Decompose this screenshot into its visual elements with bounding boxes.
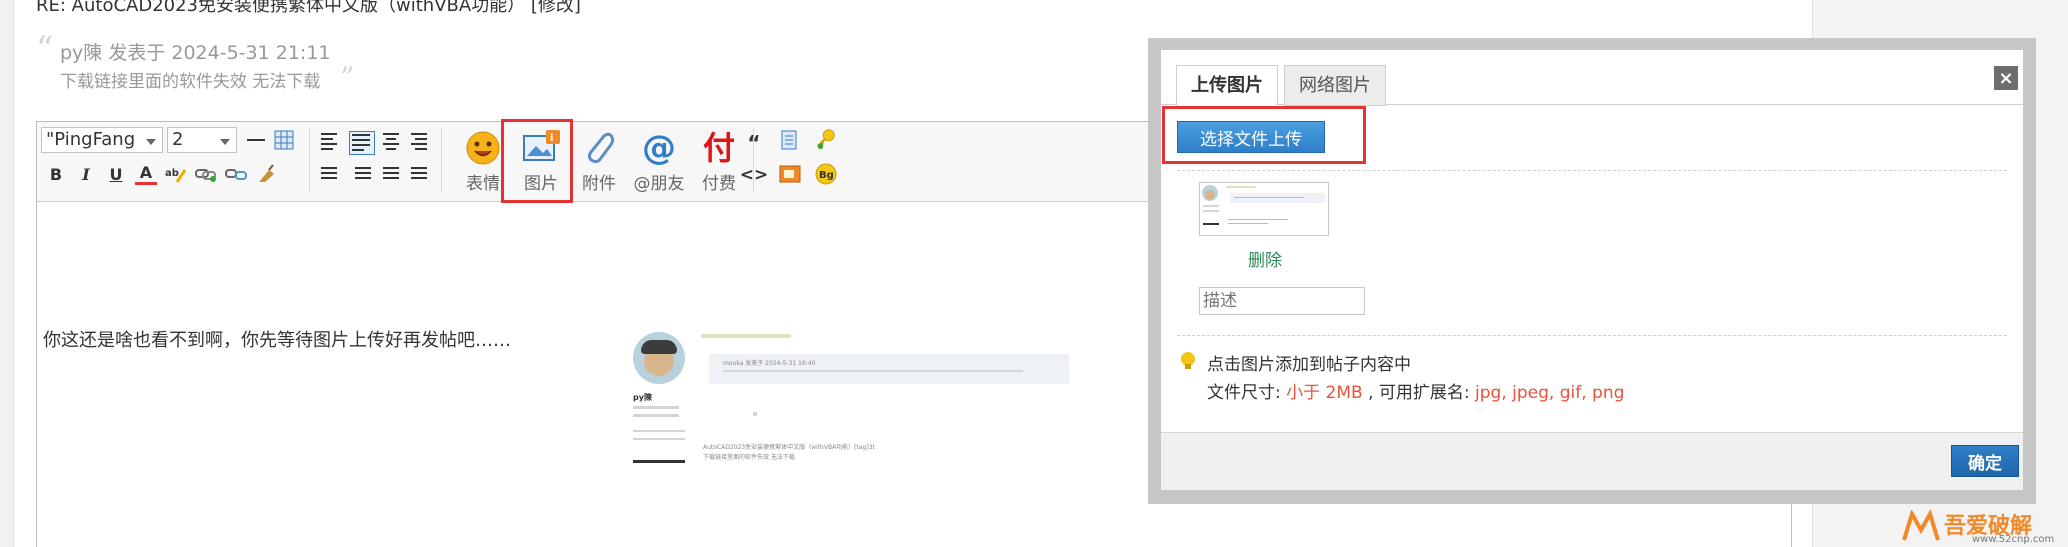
embedded-link-text: AutoCAD2023免安装便携繁体中文版（withVBA功能）[tag]3t <box>703 444 875 451</box>
indent-icon[interactable] <box>321 167 339 183</box>
chevron-down-icon <box>146 139 156 145</box>
font-size-select[interactable]: 2 <box>167 127 237 153</box>
uploaded-image-thumbnail[interactable] <box>1199 182 1329 236</box>
at-icon: @ <box>642 128 676 168</box>
pay-button-label: 付费 <box>702 174 736 194</box>
delete-image-link[interactable]: 删除 <box>1248 246 1282 271</box>
divider <box>1177 170 2007 171</box>
font-family-value: "PingFang <box>46 129 136 150</box>
description-field[interactable] <box>1199 287 1365 315</box>
tab-upload-image[interactable]: 上传图片 <box>1176 65 1278 106</box>
horizontal-rule-icon[interactable] <box>245 129 267 151</box>
editor-content-text: 你这还是啥也看不到啊，你先等待图片上传好再发帖吧…… <box>43 330 511 351</box>
quote-open-icon: “ <box>36 29 54 69</box>
toolbar-separator <box>309 128 310 192</box>
font-size-value: 2 <box>172 129 184 150</box>
close-icon[interactable]: × <box>1994 66 2018 90</box>
unordered-list-icon[interactable] <box>411 167 429 183</box>
paperclip-icon <box>587 132 615 164</box>
watermark-url: www.52cnp.com <box>1972 534 2055 545</box>
bold-icon[interactable]: B <box>45 163 67 185</box>
document-icon[interactable] <box>779 130 801 152</box>
media-icon[interactable] <box>779 163 801 185</box>
eraser-icon[interactable] <box>255 163 277 185</box>
table-icon[interactable] <box>273 129 295 151</box>
ordered-list-icon[interactable] <box>383 167 401 183</box>
key-icon[interactable] <box>815 128 837 150</box>
mention-button-label: @朋友 <box>633 174 685 194</box>
background-color-icon[interactable]: ab <box>165 163 187 185</box>
tab-web-image[interactable]: 网络图片 <box>1284 65 1386 106</box>
dialog-footer: 确定 <box>1161 432 2023 490</box>
code-icon[interactable]: <> <box>740 164 769 186</box>
image-upload-dialog: 上传图片 网络图片 × 选择文件上传 删除 点击图片添加到帖子内容中 文件尺寸:… <box>1161 50 2023 490</box>
pay-icon: 付 <box>702 129 736 167</box>
align-justify-icon[interactable] <box>349 131 375 155</box>
quote-author-line: py陳 发表于 2024-5-31 21:11 <box>60 42 331 64</box>
tip-click-to-insert: 点击图片添加到帖子内容中 <box>1207 355 1411 375</box>
unlink-icon[interactable] <box>225 163 247 185</box>
ok-button[interactable]: 确定 <box>1951 445 2019 477</box>
quote-text: 下载链接里面的软件失效 无法下载 <box>60 72 321 92</box>
bulb-icon <box>1180 352 1196 370</box>
outdent-icon[interactable] <box>355 167 373 183</box>
toolbar-separator <box>441 128 442 192</box>
tip-size-value: 小于 2MB <box>1286 383 1363 403</box>
underline-icon[interactable]: U <box>105 163 127 185</box>
smiley-icon <box>466 131 500 165</box>
font-family-select[interactable]: "PingFang <box>41 127 163 153</box>
font-color-icon[interactable]: A <box>135 163 157 185</box>
mention-button[interactable]: @ @朋友 <box>627 126 691 198</box>
pay-button[interactable]: 付 付费 <box>693 126 745 198</box>
tip-ext-label: , 可用扩展名: <box>1362 383 1476 403</box>
quote-close-icon: ” <box>340 61 355 94</box>
align-right-icon[interactable] <box>411 133 429 150</box>
attachment-button[interactable]: 附件 <box>573 126 625 198</box>
avatar <box>633 332 685 384</box>
site-watermark: 吾爱破解 www.52cnp.com <box>1902 508 2068 547</box>
tip-size-label: 文件尺寸: <box>1207 383 1287 403</box>
embedded-sub-text: 下载链接里面的软件失效 无法下载 <box>703 454 795 461</box>
svg-text:Bg: Bg <box>819 170 834 181</box>
tip-ext-value: jpg, jpeg, gif, png <box>1475 383 1625 403</box>
divider <box>1177 335 2007 336</box>
svg-text:ab: ab <box>165 168 179 179</box>
image-button-highlight <box>501 119 573 203</box>
dialog-tabs: 上传图片 网络图片 <box>1161 50 2023 106</box>
embedded-quote-header: mouka 发表于 2024-5-31 16:40 <box>723 360 816 367</box>
attachment-button-label: 附件 <box>582 174 616 194</box>
tip-file-limits: 文件尺寸: 小于 2MB , 可用扩展名: jpg, jpeg, gif, pn… <box>1207 378 1624 403</box>
align-left-icon[interactable] <box>321 133 339 150</box>
background-image-icon[interactable]: Bg <box>815 163 837 185</box>
chevron-down-icon <box>220 139 230 145</box>
post-title: RE: AutoCAD2023免安装便携繁体中文版（withVBA功能） [修改… <box>36 0 581 16</box>
embedded-username: py陳 <box>633 393 652 402</box>
align-center-icon[interactable] <box>383 133 401 150</box>
quote-icon[interactable]: “ <box>743 131 765 155</box>
watermark-logo-icon <box>1902 510 1940 541</box>
embedded-screenshot-image: py陳 mouka 发表于 2024-5-31 16:40 AutoCAD202… <box>629 330 1079 470</box>
upload-button-highlight <box>1162 106 1366 164</box>
left-gutter <box>0 0 14 547</box>
link-icon[interactable] <box>195 163 217 185</box>
italic-icon[interactable]: I <box>75 163 97 185</box>
